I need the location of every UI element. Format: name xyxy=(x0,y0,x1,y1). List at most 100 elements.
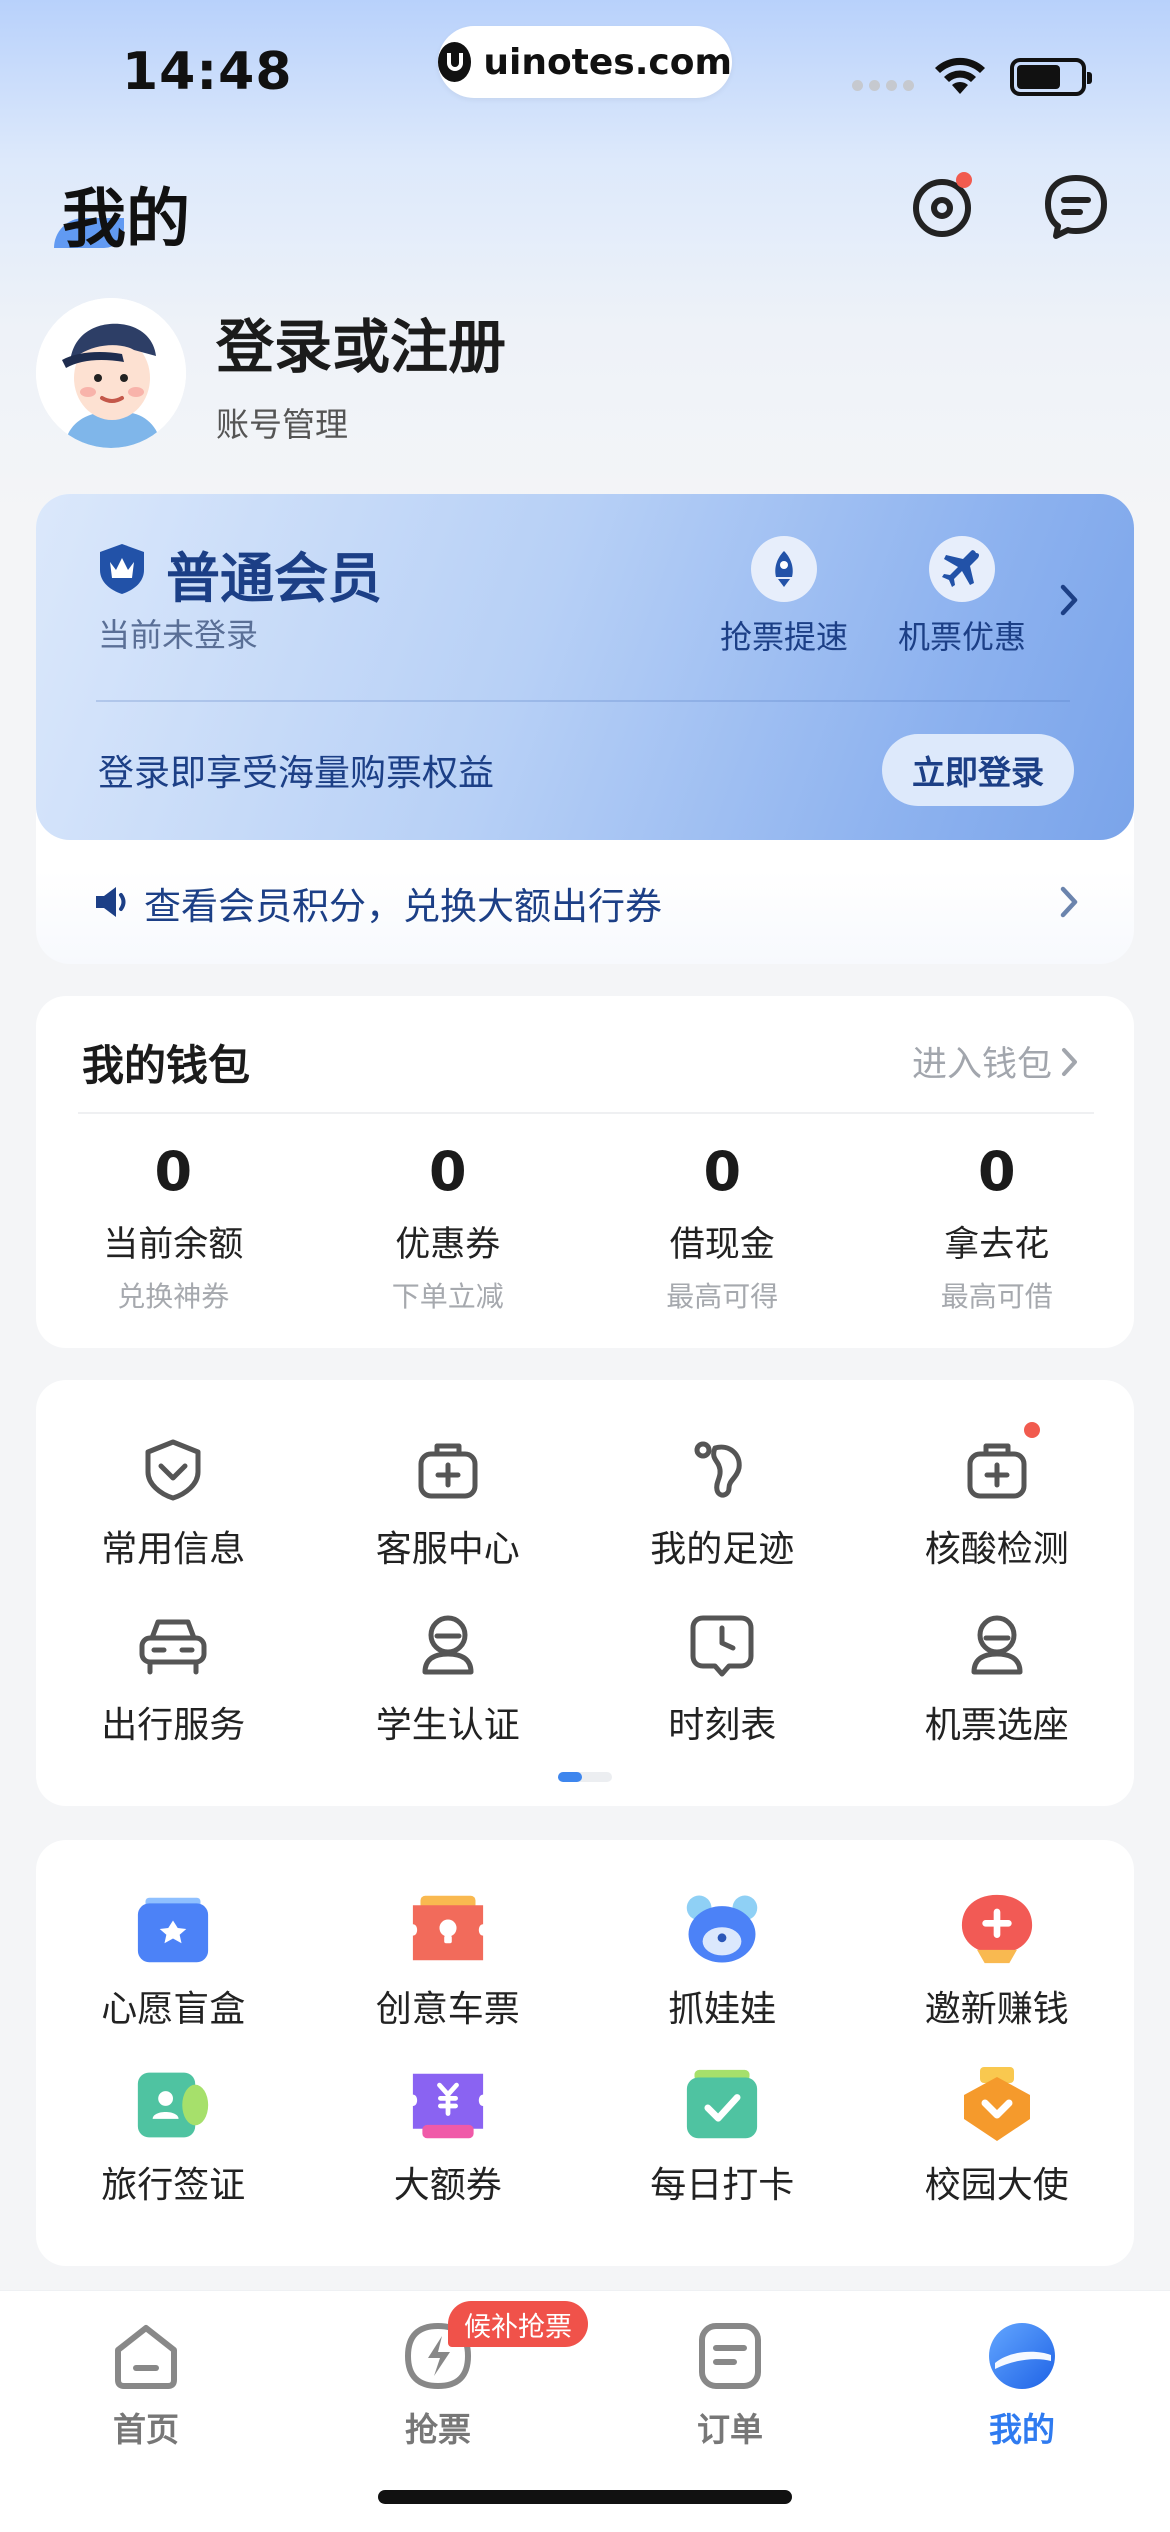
enter-wallet-label: 进入钱包 xyxy=(911,1045,1052,1085)
medical-kit-icon xyxy=(967,1443,1027,1499)
promo-label: 大额券 xyxy=(393,2165,502,2206)
service-customer-center[interactable]: 客服中心 xyxy=(311,1432,586,1572)
ambassador-icon xyxy=(963,2067,1030,2141)
perk-fast-grab[interactable]: 抢票提速 xyxy=(709,536,859,658)
member-status: 当前未登录 xyxy=(98,616,259,654)
promo-label: 创意车票 xyxy=(375,1989,520,2030)
promo-label: 抓娃娃 xyxy=(668,1989,777,2030)
member-card[interactable]: 普通会员 当前未登录 抢票提速 机票优惠 登录即享受海量购票权益 立即登录 xyxy=(36,494,1134,840)
seat-icon xyxy=(971,1615,1023,1675)
tab-label: 首页 xyxy=(113,2410,179,2449)
service-nucleic-test[interactable]: 核酸检测 xyxy=(860,1422,1135,1572)
page-indicator xyxy=(558,1772,612,1782)
account-management-link[interactable]: 账号管理 xyxy=(216,398,348,446)
service-label: 常用信息 xyxy=(101,1529,246,1570)
login-now-button[interactable]: 立即登录 xyxy=(882,734,1074,806)
divider xyxy=(78,1112,1094,1114)
wallet-label: 拿去花 xyxy=(944,1225,1050,1265)
promo-invite-earn[interactable]: 邀新赚钱 xyxy=(860,1892,1135,2032)
notification-dot xyxy=(1023,1422,1040,1438)
home-indicator xyxy=(378,2490,792,2504)
wallet-credit[interactable]: 0 拿去花 最高可借 xyxy=(860,1142,1135,1315)
service-label: 核酸检测 xyxy=(924,1529,1069,1570)
visa-icon xyxy=(138,2072,209,2138)
wallet-sublabel: 下单立减 xyxy=(391,1280,504,1313)
car-icon xyxy=(139,1619,207,1675)
member-points-banner[interactable]: 查看会员积分，兑换大额出行券 xyxy=(36,840,1134,964)
enter-wallet-link[interactable]: 进入钱包 xyxy=(912,1036,1080,1087)
promo-label: 校园大使 xyxy=(924,2165,1069,2206)
service-bag-icon xyxy=(418,1443,478,1499)
promo-label: 旅行签证 xyxy=(101,2165,246,2206)
promo-label: 心愿盲盒 xyxy=(101,1989,246,2030)
waitlist-badge: 候补抢票 xyxy=(448,2301,588,2347)
avatar-illustration xyxy=(36,298,186,448)
perk-label: 机票优惠 xyxy=(897,618,1026,656)
tab-mine[interactable]: 我的 xyxy=(932,2321,1112,2451)
coupon-icon xyxy=(412,2073,483,2139)
settings-button[interactable] xyxy=(906,170,978,242)
wallet-sublabel: 最高可借 xyxy=(940,1280,1053,1313)
wallet-balance[interactable]: 0 当前余额 兑换神券 xyxy=(36,1142,311,1315)
service-student-auth[interactable]: 学生认证 xyxy=(311,1608,586,1748)
service-flight-seat[interactable]: 机票选座 xyxy=(860,1608,1135,1748)
promo-label: 每日打卡 xyxy=(650,2165,795,2206)
service-footprint[interactable]: 我的足迹 xyxy=(585,1432,860,1572)
divider xyxy=(96,700,1070,702)
member-points-text: 查看会员积分，兑换大额出行券 xyxy=(144,885,662,928)
chevron-right-icon[interactable] xyxy=(1058,582,1082,618)
status-time: 14:48 xyxy=(122,42,293,102)
message-button[interactable] xyxy=(1040,170,1112,242)
service-label: 出行服务 xyxy=(101,1705,246,1746)
service-timetable[interactable]: 时刻表 xyxy=(585,1608,860,1748)
wifi-icon xyxy=(935,57,985,94)
wallet-value: 0 xyxy=(703,1140,742,1203)
service-frequent-info[interactable]: 常用信息 xyxy=(36,1432,311,1572)
avatar[interactable] xyxy=(36,298,186,448)
promo-travel-visa[interactable]: 旅行签证 xyxy=(36,2068,311,2208)
promo-blind-box[interactable]: 心愿盲盒 xyxy=(36,1892,311,2032)
url-pill[interactable]: uinotes.com xyxy=(438,26,732,98)
perk-label: 抢票提速 xyxy=(719,618,848,656)
footprint-icon xyxy=(694,1441,742,1498)
blind-box-icon xyxy=(138,1897,209,1963)
login-register-link[interactable]: 登录或注册 xyxy=(216,300,506,384)
service-label: 客服中心 xyxy=(375,1529,520,1570)
promo-label: 邀新赚钱 xyxy=(924,1989,1069,2030)
wallet-label: 优惠券 xyxy=(395,1225,501,1265)
checkin-icon xyxy=(687,2069,758,2139)
settings-badge-dot xyxy=(956,172,972,188)
wallet-value: 0 xyxy=(977,1140,1016,1203)
profile-page: 14:48 uinotes.com 我的 登录或注册 账号管理 普通会员 当前未… xyxy=(0,0,1170,2532)
badge-icon xyxy=(145,1439,201,1501)
wallet-sublabel: 兑换神券 xyxy=(117,1280,230,1313)
message-icon xyxy=(1045,175,1107,239)
tab-orders[interactable]: 订单 xyxy=(640,2321,820,2451)
home-icon xyxy=(115,2325,177,2389)
tab-home[interactable]: 首页 xyxy=(56,2321,236,2451)
promo-big-coupon[interactable]: 大额券 xyxy=(311,2068,586,2208)
perk-flight-discount[interactable]: 机票优惠 xyxy=(887,536,1037,658)
service-travel[interactable]: 出行服务 xyxy=(36,1608,311,1748)
member-promo-text: 登录即享受海量购票权益 xyxy=(98,753,495,794)
site-logo-icon xyxy=(438,42,472,82)
wallet-sublabel: 最高可得 xyxy=(666,1280,779,1313)
tab-label: 抢票 xyxy=(405,2410,471,2449)
promo-campus-ambassador[interactable]: 校园大使 xyxy=(860,2067,1135,2208)
wallet-value: 0 xyxy=(154,1140,193,1203)
promo-daily-checkin[interactable]: 每日打卡 xyxy=(585,2068,860,2208)
speaker-icon xyxy=(96,887,126,917)
promos-card: 心愿盲盒 创意车票 抓娃娃 邀新赚钱 旅行签证 大额券 每日打卡 校园大使 xyxy=(36,1840,1134,2266)
wallet-cash-loan[interactable]: 0 借现金 最高可得 xyxy=(585,1142,860,1315)
clock-icon xyxy=(690,1615,754,1677)
battery-icon xyxy=(1010,58,1092,96)
ticket-icon xyxy=(412,1895,483,1961)
chevron-right-icon xyxy=(1062,1047,1077,1076)
service-label: 机票选座 xyxy=(924,1705,1069,1746)
member-level: 普通会员 xyxy=(166,547,382,610)
promo-claw-machine[interactable]: 抓娃娃 xyxy=(585,1892,860,2032)
wallet-card: 我的钱包 进入钱包 0 当前余额 兑换神券 0 优惠券 下单立减 0 借现金 最… xyxy=(36,996,1134,1348)
promo-creative-ticket[interactable]: 创意车票 xyxy=(311,1892,586,2032)
tab-label: 我的 xyxy=(989,2410,1055,2449)
wallet-coupons[interactable]: 0 优惠券 下单立减 xyxy=(311,1142,586,1315)
